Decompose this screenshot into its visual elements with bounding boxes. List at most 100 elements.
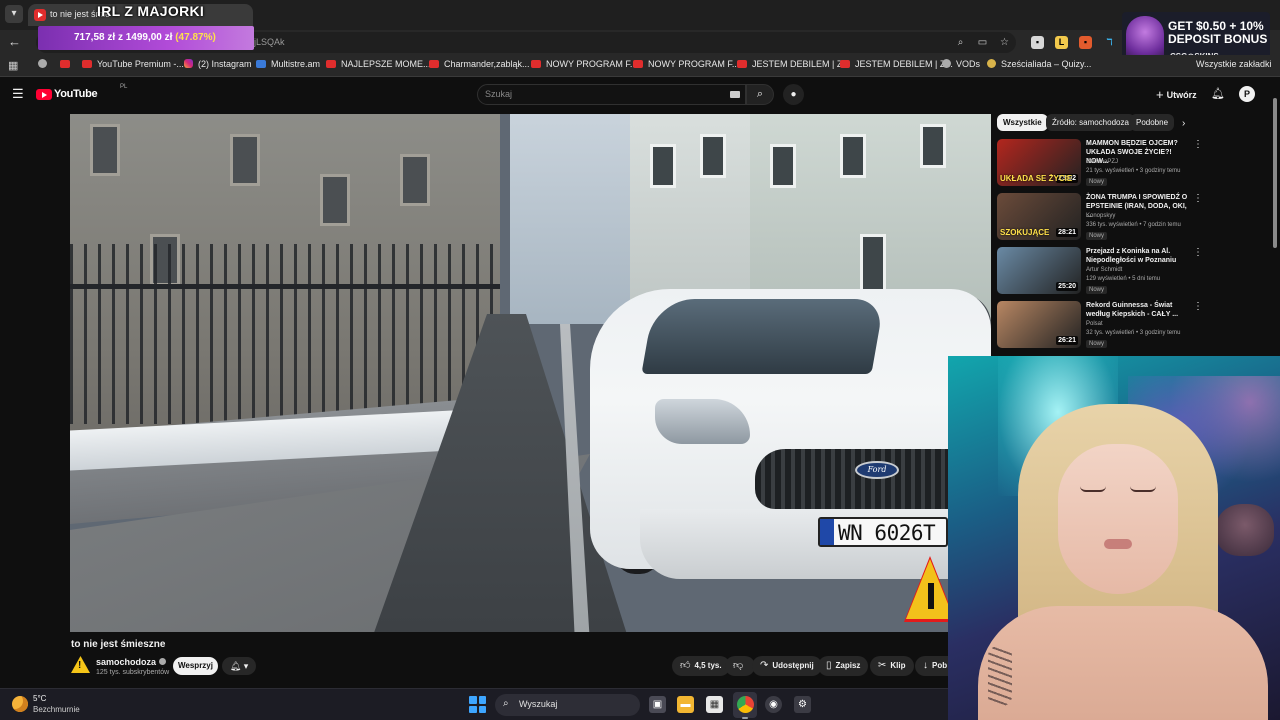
weather-description[interactable]: Bezchmurnie: [33, 705, 80, 714]
recommendation-channel[interactable]: Polsat: [1086, 321, 1103, 327]
clip-button[interactable]: ✂ Klip: [870, 656, 914, 676]
recommendation-meta: 336 tys. wyświetleń • 7 godzin temu: [1086, 222, 1181, 228]
thumbnail-caption: SZOKUJĄCE: [1000, 228, 1050, 237]
join-button[interactable]: Wesprzyj: [173, 657, 218, 675]
recommendation-item[interactable]: 25:20 Przejazd z Koninka na Al. Niepodleg…: [997, 247, 1207, 297]
task-view-icon[interactable]: ▣: [649, 696, 666, 713]
recommendation-thumbnail[interactable]: 23:02 UKŁADA SE ŻYCIE: [997, 139, 1081, 186]
plush-toy: [1216, 504, 1274, 556]
bookmark-item[interactable]: Charmander,zabląk...: [429, 59, 530, 73]
chip-source[interactable]: Źródło: samochodoza: [1046, 114, 1135, 131]
bookmark-item[interactable]: NOWY PROGRAM F...: [531, 59, 637, 73]
like-button[interactable]: 👍︎ 4,5 tys.: [672, 656, 730, 676]
new-badge: Nowy: [1086, 232, 1108, 240]
more-vertical-icon[interactable]: ⋮: [1193, 193, 1203, 204]
recommendation-thumbnail[interactable]: 28:21 SZOKUJĄCE: [997, 193, 1081, 240]
bookmark-item[interactable]: [60, 59, 75, 73]
video-duration: 28:21: [1056, 228, 1078, 237]
youtube-icon: [531, 60, 541, 68]
page-scrollbar[interactable]: [1272, 84, 1278, 248]
recommendation-item[interactable]: 28:21 SZOKUJĄCE ŻONA TRUMPA I SPOWIEDŹ O E…: [997, 193, 1207, 243]
youtube-icon: [82, 60, 92, 68]
cast-icon[interactable]: ▭: [976, 36, 989, 49]
recommendation-title[interactable]: Przejazd z Koninka na Al. Niepodległości…: [1086, 247, 1189, 265]
file-explorer-icon[interactable]: ▬: [677, 696, 694, 713]
search-input[interactable]: Szukaj: [477, 84, 746, 105]
zoom-icon[interactable]: ⌕: [954, 36, 967, 49]
chrome-icon: [942, 59, 951, 68]
bookmark-item[interactable]: Multistre.am: [256, 59, 320, 73]
youtube-icon: [840, 60, 850, 68]
thumbnail-caption: UKŁADA SE ŻYCIE: [1000, 174, 1073, 183]
store-icon[interactable]: ▦: [706, 696, 723, 713]
video-title: to nie jest śmieszne: [71, 639, 166, 650]
back-arrow-icon[interactable]: ←: [8, 35, 22, 49]
bookmark-item[interactable]: (2) Instagram: [184, 59, 252, 73]
recommendation-item[interactable]: 23:02 UKŁADA SE ŻYCIE MAMMON BĘDZIE OJCEM?…: [997, 139, 1207, 189]
account-avatar[interactable]: P: [1239, 86, 1255, 102]
recommendation-channel[interactable]: Artur Schmidt: [1086, 267, 1122, 273]
search-button[interactable]: ⌕: [746, 84, 774, 105]
chevron-right-icon[interactable]: ›: [1182, 118, 1185, 129]
settings-gear-icon[interactable]: ⚙: [794, 696, 811, 713]
bookmark-item[interactable]: Sześcialiada – Quizy...: [987, 59, 1091, 73]
video-player[interactable]: Ford WN 6026T: [70, 114, 991, 632]
user-icon: [987, 59, 996, 68]
youtube-icon: [60, 60, 70, 68]
taskbar-search[interactable]: ⌕ Wyszukaj: [495, 694, 640, 716]
bookmark-tiktok[interactable]: [38, 59, 52, 73]
recommendation-thumbnail[interactable]: 26:21: [997, 301, 1081, 348]
more-vertical-icon[interactable]: ⋮: [1193, 247, 1203, 258]
youtube-logo-text: YouTube: [54, 88, 98, 100]
address-url[interactable]: jLSQAk: [254, 37, 285, 47]
extension-notes-icon[interactable]: L: [1055, 36, 1068, 49]
video-scene-headlight: [655, 399, 750, 444]
more-vertical-icon[interactable]: ⋮: [1193, 301, 1203, 312]
recommendation-item[interactable]: 26:21 Rekord Guinnessa - Świat według Kie…: [997, 301, 1207, 351]
chip-all[interactable]: Wszystkie: [997, 114, 1048, 131]
bookmark-star-icon[interactable]: ☆: [998, 36, 1011, 49]
subscription-bell-button[interactable]: 🔔︎ ▾: [222, 657, 256, 675]
extension-icon[interactable]: ▪: [1031, 36, 1044, 49]
channel-name[interactable]: samochodoza: [96, 657, 167, 667]
bookmark-item[interactable]: NAJLEPSZE MOME...: [326, 59, 431, 73]
bookmark-item[interactable]: JESTEM DEBILEM | Z...: [737, 59, 850, 73]
bookmark-item[interactable]: JESTEM DEBILEM | Z...: [840, 59, 953, 73]
channel-subscribers: 125 tys. subskrybentów: [96, 669, 170, 676]
bookmark-item[interactable]: NOWY PROGRAM F...: [633, 59, 739, 73]
youtube-favicon-icon: [34, 9, 46, 21]
bookmark-item[interactable]: VODs: [942, 59, 980, 73]
channel-avatar[interactable]: [71, 656, 90, 675]
video-scene-fence: [70, 244, 500, 424]
share-button[interactable]: ↷ Udostępnij: [752, 656, 822, 676]
recommendation-channel[interactable]: SzklanaPZJ: [1086, 159, 1118, 165]
weather-temperature[interactable]: 5°C: [33, 694, 46, 703]
license-plate-text: WN 6026T: [838, 521, 936, 545]
create-button[interactable]: + Utwórz: [1156, 87, 1197, 103]
recommendation-thumbnail[interactable]: 25:20: [997, 247, 1081, 294]
dislike-button[interactable]: 👎︎: [725, 656, 756, 676]
menu-hamburger-icon[interactable]: ☰: [12, 87, 24, 101]
bookmark-item[interactable]: YouTube Premium -...: [82, 59, 184, 73]
chrome-icon[interactable]: [737, 696, 754, 713]
notifications-bell-icon[interactable]: 🔔︎: [1211, 87, 1225, 101]
more-vertical-icon[interactable]: ⋮: [1193, 139, 1203, 150]
extension-blue-icon[interactable]: ℸ: [1103, 36, 1116, 49]
warning-triangle-icon: [71, 656, 90, 673]
voice-search-button[interactable]: ●: [783, 84, 804, 105]
keyboard-icon[interactable]: [730, 91, 740, 98]
extension-red-icon[interactable]: ▪: [1079, 36, 1092, 49]
youtube-country-code: PL: [120, 84, 128, 90]
all-bookmarks-folder[interactable]: Wszystkie zakładki: [1196, 59, 1272, 69]
obs-icon[interactable]: ◉: [765, 696, 782, 713]
recommendation-channel[interactable]: Konopskyy: [1086, 213, 1115, 219]
thumbs-up-icon: 👍︎: [680, 660, 691, 671]
chip-related[interactable]: Podobne: [1130, 114, 1175, 131]
windows-start-icon[interactable]: [469, 696, 486, 713]
apps-grid-icon[interactable]: ▦: [8, 60, 20, 72]
license-plate: WN 6026T: [818, 517, 948, 547]
tab-search-menu-icon[interactable]: ▾: [5, 5, 23, 23]
save-button[interactable]: ▯ Zapisz: [818, 656, 869, 676]
recommendation-title[interactable]: Rekord Guinnessa - Świat według Kiepskic…: [1086, 301, 1189, 319]
weather-moon-icon[interactable]: [12, 696, 28, 712]
